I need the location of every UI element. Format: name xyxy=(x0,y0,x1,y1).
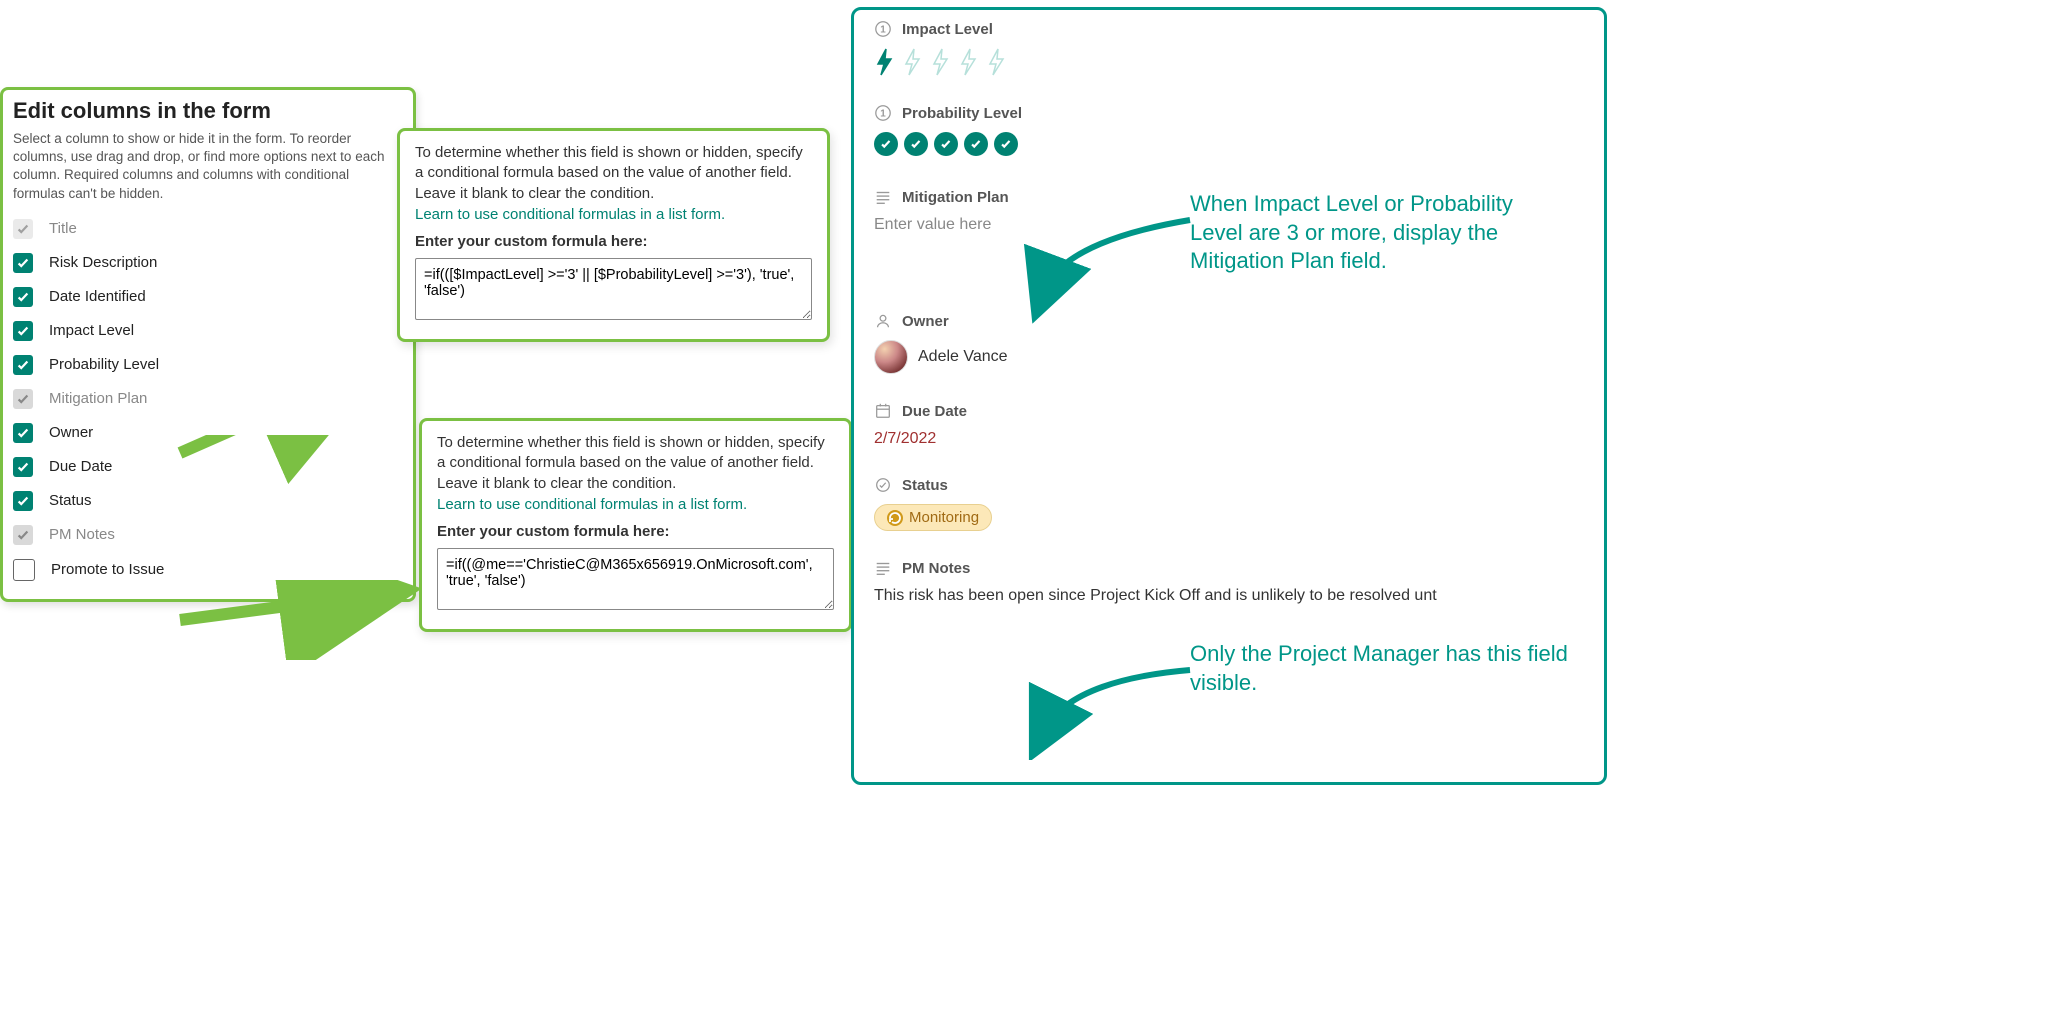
panel-subtitle: Select a column to show or hide it in th… xyxy=(13,130,403,203)
annotation-mitigation: When Impact Level or Probability Level a… xyxy=(1190,190,1570,276)
column-label: Status xyxy=(49,492,92,509)
column-checkbox[interactable] xyxy=(13,253,33,273)
formula-field-label: Enter your custom formula here: xyxy=(415,233,812,250)
field-label: Probability Level xyxy=(902,105,1022,122)
column-item[interactable]: Title xyxy=(13,219,403,239)
impact-level-rating[interactable] xyxy=(874,48,1584,76)
status-badge[interactable]: Monitoring xyxy=(874,504,992,531)
column-item[interactable]: Owner xyxy=(13,423,403,443)
bolt-icon[interactable] xyxy=(902,48,922,76)
column-item[interactable]: Status xyxy=(13,491,403,511)
column-item[interactable]: Probability Level xyxy=(13,355,403,375)
check-dot-icon[interactable] xyxy=(904,132,928,156)
calendar-icon xyxy=(874,402,892,420)
column-checkbox[interactable] xyxy=(13,219,33,239)
column-label: Title xyxy=(49,220,77,237)
column-label: Owner xyxy=(49,424,93,441)
column-checkbox[interactable] xyxy=(13,355,33,375)
bolt-icon[interactable] xyxy=(958,48,978,76)
formula-description: To determine whether this field is shown… xyxy=(415,143,812,204)
field-label: Status xyxy=(902,477,948,494)
column-checkbox[interactable] xyxy=(13,525,33,545)
check-dot-icon[interactable] xyxy=(994,132,1018,156)
column-checkbox[interactable] xyxy=(13,559,35,581)
conditional-formula-popup-pmnotes: To determine whether this field is shown… xyxy=(419,418,852,632)
multiline-text-icon xyxy=(874,559,892,577)
column-label: Due Date xyxy=(49,458,112,475)
field-status: Status Monitoring xyxy=(874,476,1584,531)
field-label: PM Notes xyxy=(902,560,970,577)
annotation-pmnotes: Only the Project Manager has this field … xyxy=(1190,640,1570,697)
column-label: Mitigation Plan xyxy=(49,390,147,407)
owner-name: Adele Vance xyxy=(918,348,1008,366)
field-label: Due Date xyxy=(902,403,967,420)
formula-input-pmnotes[interactable] xyxy=(437,548,834,610)
column-label: Impact Level xyxy=(49,322,134,339)
due-date-value[interactable]: 2/7/2022 xyxy=(874,430,1584,448)
choice-icon xyxy=(874,476,892,494)
learn-link[interactable]: Learn to use conditional formulas in a l… xyxy=(437,496,747,513)
conditional-formula-popup-mitigation: To determine whether this field is shown… xyxy=(397,128,830,342)
field-pm-notes: PM Notes This risk has been open since P… xyxy=(874,559,1584,605)
owner-value[interactable]: Adele Vance xyxy=(874,340,1584,374)
formula-description: To determine whether this field is shown… xyxy=(437,433,834,494)
column-item[interactable]: Promote to Issue xyxy=(13,559,403,581)
status-refresh-icon xyxy=(887,510,903,526)
column-checkbox[interactable] xyxy=(13,457,33,477)
multiline-text-icon xyxy=(874,188,892,206)
avatar xyxy=(874,340,908,374)
column-checkbox[interactable] xyxy=(13,321,33,341)
field-label: Mitigation Plan xyxy=(902,189,1009,206)
pm-notes-value[interactable]: This risk has been open since Project Ki… xyxy=(874,587,1584,605)
svg-text:1: 1 xyxy=(880,25,886,36)
learn-link[interactable]: Learn to use conditional formulas in a l… xyxy=(415,206,725,223)
field-impact-level: 1 Impact Level xyxy=(874,20,1584,76)
formula-input-mitigation[interactable] xyxy=(415,258,812,320)
formula-field-label: Enter your custom formula here: xyxy=(437,523,834,540)
column-item[interactable]: Impact Level xyxy=(13,321,403,341)
column-item[interactable]: Date Identified xyxy=(13,287,403,307)
status-text: Monitoring xyxy=(909,509,979,526)
column-item[interactable]: Due Date xyxy=(13,457,403,477)
column-checkbox[interactable] xyxy=(13,423,33,443)
number-circle-icon: 1 xyxy=(874,20,892,38)
number-circle-icon: 1 xyxy=(874,104,892,122)
svg-text:1: 1 xyxy=(880,109,886,120)
column-list: Title Risk Description Date Identified Impa… xyxy=(13,219,403,581)
column-checkbox[interactable] xyxy=(13,287,33,307)
column-checkbox[interactable] xyxy=(13,491,33,511)
person-icon xyxy=(874,312,892,330)
check-dot-icon[interactable] xyxy=(874,132,898,156)
field-label: Impact Level xyxy=(902,21,993,38)
column-label: Probability Level xyxy=(49,356,159,373)
column-checkbox[interactable] xyxy=(13,389,33,409)
bolt-icon[interactable] xyxy=(930,48,950,76)
column-label: Risk Description xyxy=(49,254,157,271)
column-label: Promote to Issue xyxy=(51,561,164,578)
field-probability-level: 1 Probability Level xyxy=(874,104,1584,156)
column-item[interactable]: PM Notes xyxy=(13,525,403,545)
field-owner: Owner Adele Vance xyxy=(874,312,1584,374)
check-dot-icon[interactable] xyxy=(934,132,958,156)
column-label: Date Identified xyxy=(49,288,146,305)
field-label: Owner xyxy=(902,313,949,330)
bolt-icon[interactable] xyxy=(874,48,894,76)
edit-columns-panel: Edit columns in the form Select a column… xyxy=(0,87,416,602)
bolt-icon[interactable] xyxy=(986,48,1006,76)
probability-level-rating[interactable] xyxy=(874,132,1584,156)
column-item[interactable]: Mitigation Plan xyxy=(13,389,403,409)
column-item[interactable]: Risk Description xyxy=(13,253,403,273)
column-label: PM Notes xyxy=(49,526,115,543)
field-due-date: Due Date 2/7/2022 xyxy=(874,402,1584,448)
panel-title: Edit columns in the form xyxy=(13,98,403,124)
check-dot-icon[interactable] xyxy=(964,132,988,156)
